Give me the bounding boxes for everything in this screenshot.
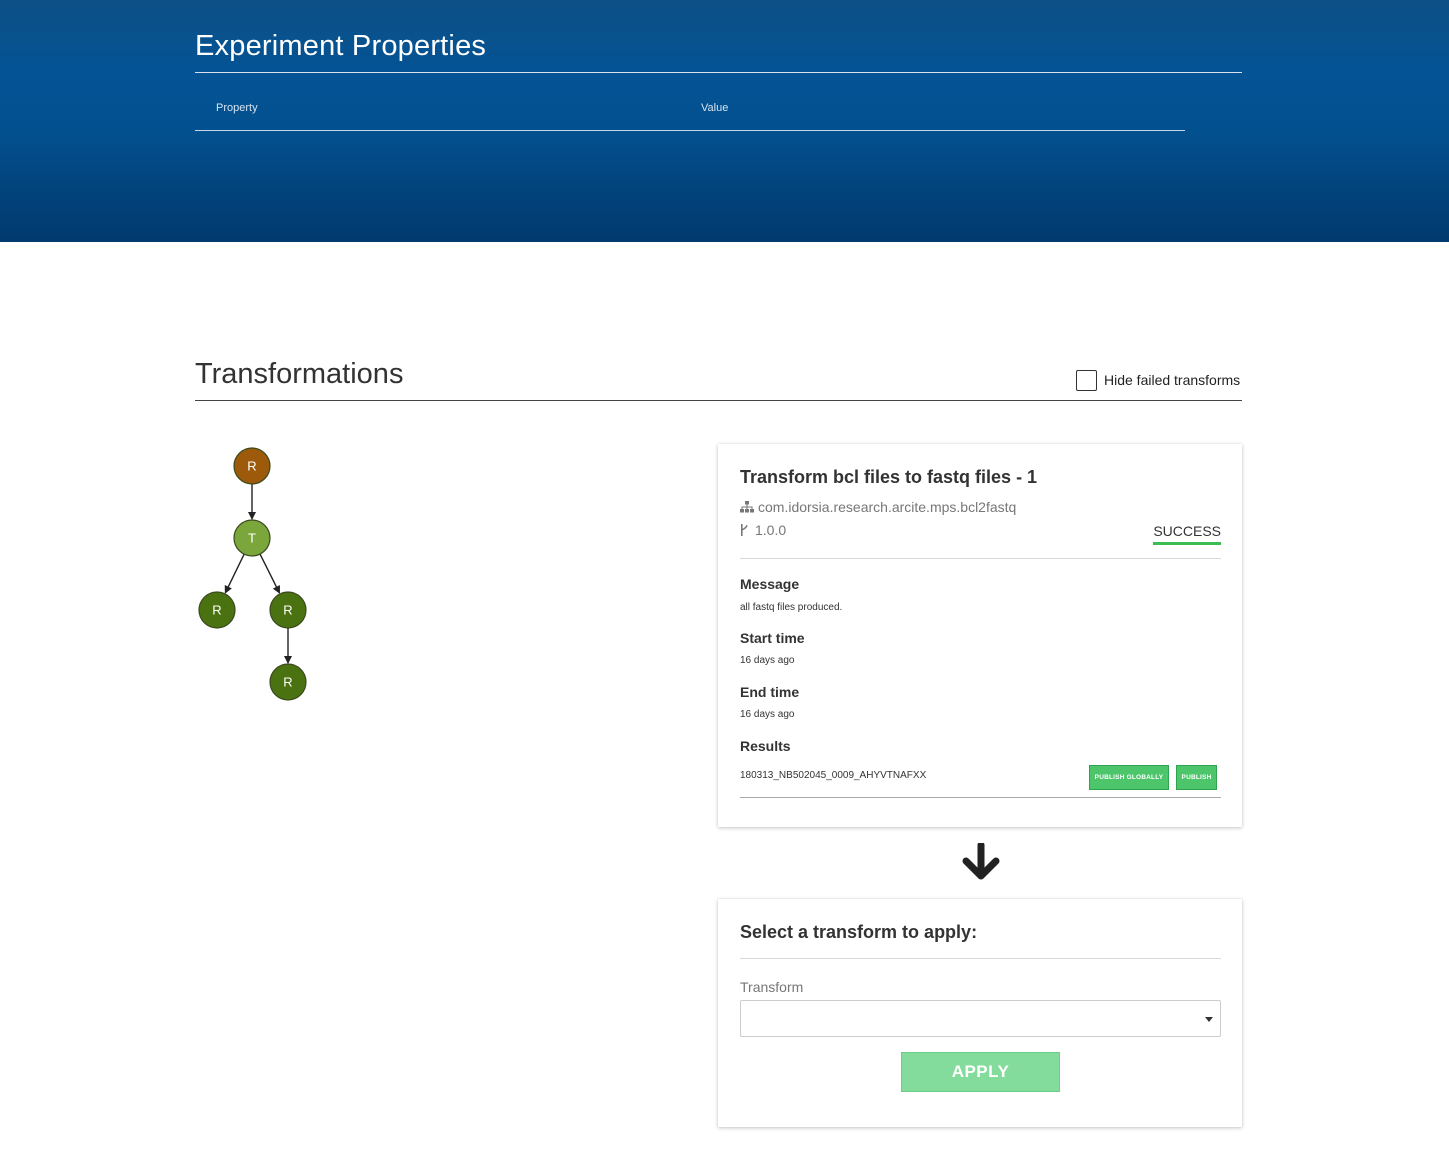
arrow-down-icon [962, 843, 1000, 880]
hide-failed-transforms-toggle[interactable]: Hide failed transforms [1076, 369, 1240, 391]
properties-table-header-divider [195, 130, 1185, 131]
start-time-label: Start time [740, 630, 805, 646]
package-name: com.idorsia.research.arcite.mps.bcl2fast… [758, 499, 1017, 515]
transformation-graph: R T R R R [198, 447, 307, 701]
version-row: 1.0.0 [740, 522, 786, 538]
result-name[interactable]: 180313_NB502045_0009_AHYVTNAFXX [740, 770, 926, 781]
end-time-value: 16 days ago [740, 709, 795, 720]
property-column-header[interactable]: Property [216, 102, 258, 114]
graph-node-label: R [247, 459, 256, 474]
package-row: com.idorsia.research.arcite.mps.bcl2fast… [740, 499, 1016, 515]
end-time-label: End time [740, 684, 800, 700]
transform-title: Transform bcl files to fastq files - 1 [740, 467, 1038, 487]
apply-transform-title: Select a transform to apply: [740, 922, 978, 942]
transformations-divider [195, 400, 1242, 401]
graph-edge [259, 553, 281, 594]
message-value: all fastq files produced. [740, 602, 843, 613]
value-column-header[interactable]: Value [701, 102, 728, 114]
result-row: 180313_NB502045_0009_AHYVTNAFXX PUBLISH … [740, 764, 1221, 798]
version-number: 1.0.0 [755, 522, 787, 538]
start-time-value: 16 days ago [740, 655, 795, 666]
graph-node-label: R [212, 603, 221, 618]
apply-transform-card: Select a transform to apply: Transform A… [718, 899, 1242, 1127]
graph-edge [224, 553, 245, 594]
message-label: Message [740, 576, 800, 592]
card-header-divider [740, 558, 1221, 559]
graph-node[interactable]: R [198, 591, 236, 629]
hide-failed-label[interactable]: Hide failed transforms [1104, 372, 1240, 388]
caret-down-icon [1205, 1017, 1213, 1022]
transform-select[interactable] [740, 1000, 1221, 1037]
status-badge: SUCCESS [1153, 523, 1221, 545]
graph-node[interactable]: T [233, 519, 271, 557]
publish-globally-button[interactable]: PUBLISH GLOBALLY [1089, 765, 1169, 790]
graph-node[interactable]: R [233, 447, 271, 485]
sitemap-icon [740, 501, 754, 513]
publish-button[interactable]: PUBLISH [1176, 765, 1217, 790]
transform-field-label: Transform [740, 979, 804, 995]
title-divider [195, 72, 1242, 73]
graph-node-label: T [248, 531, 256, 546]
experiment-properties-title: Experiment Properties [195, 30, 487, 62]
graph-node[interactable]: R [269, 663, 307, 701]
experiment-properties-banner: Experiment Properties Property Value [0, 0, 1449, 242]
branch-icon [741, 524, 748, 536]
transform-detail-card: Transform bcl files to fastq files - 1 c… [718, 444, 1242, 827]
apply-button[interactable]: APPLY [901, 1052, 1060, 1092]
transformations-title: Transformations [195, 358, 404, 390]
graph-node-label: R [283, 675, 292, 690]
graph-node[interactable]: R [269, 591, 307, 629]
results-label: Results [740, 738, 791, 754]
apply-card-divider [740, 958, 1221, 959]
hide-failed-checkbox[interactable] [1076, 369, 1097, 391]
graph-node-label: R [283, 603, 292, 618]
